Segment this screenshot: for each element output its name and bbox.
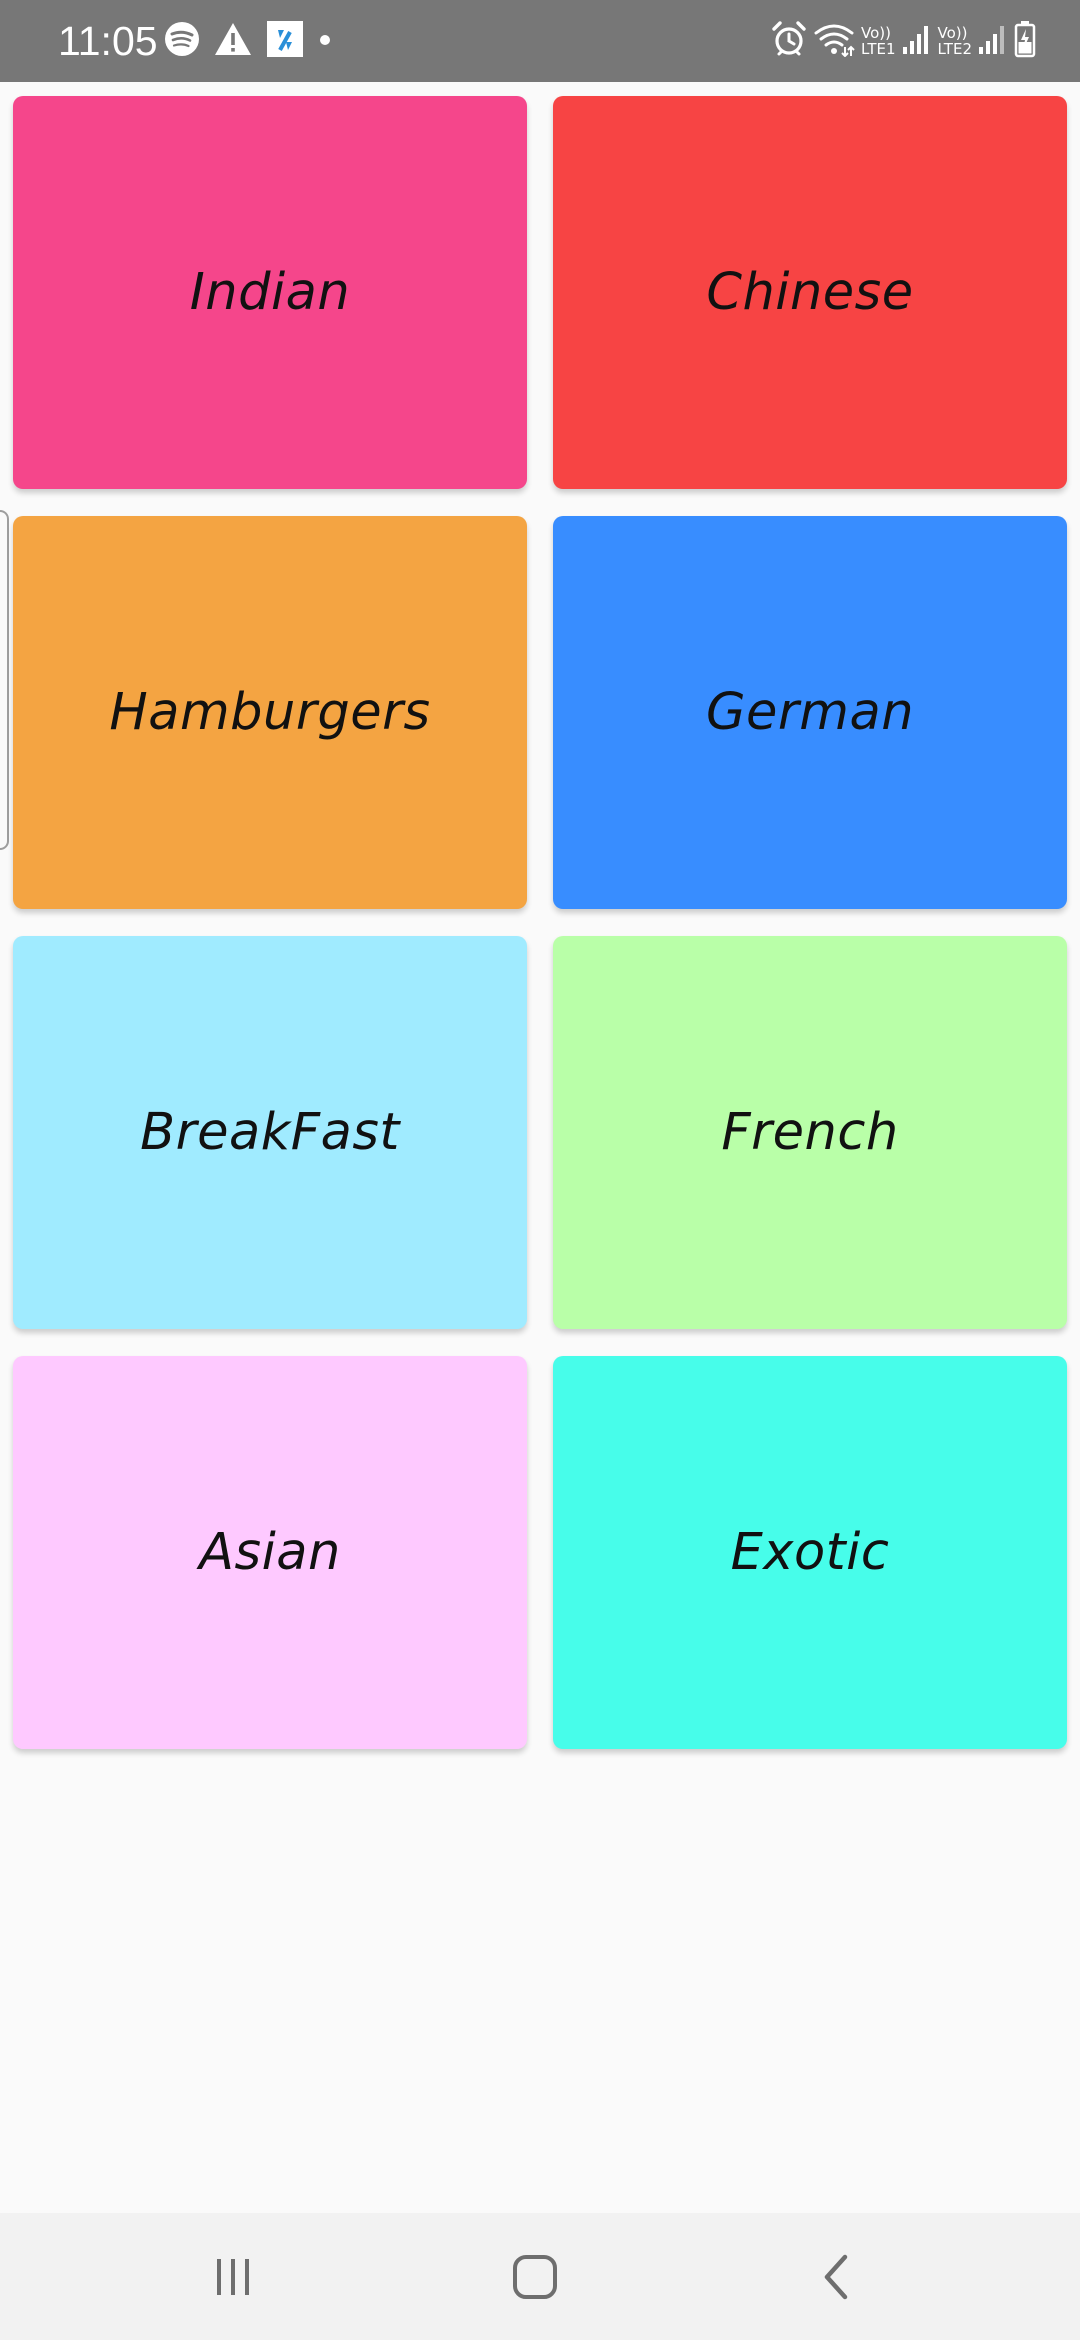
status-time: 11:05 — [58, 18, 158, 64]
wifi-icon — [813, 21, 855, 61]
status-bar: 11:05 Vo)) LTE1 Vo)) LTE2 — [0, 0, 1080, 82]
recent-apps-button[interactable] — [153, 2213, 313, 2340]
battery-charging-icon — [1014, 20, 1036, 62]
home-button[interactable] — [455, 2213, 615, 2340]
category-card-french[interactable]: French — [553, 936, 1067, 1329]
sim2-lte-label: Vo)) LTE2 — [938, 25, 972, 58]
sim1-lte-label: Vo)) LTE1 — [861, 25, 895, 58]
alarm-icon — [771, 20, 807, 62]
category-label: BreakFast — [140, 1103, 400, 1162]
status-left-icons — [164, 20, 346, 62]
category-card-german[interactable]: German — [553, 516, 1067, 909]
sim2-lte-text: LTE2 — [937, 39, 972, 58]
category-label: German — [705, 683, 915, 742]
category-label: French — [721, 1103, 899, 1162]
dot-icon — [318, 32, 332, 51]
category-card-exotic[interactable]: Exotic — [553, 1356, 1067, 1749]
category-label: Exotic — [730, 1523, 890, 1582]
back-icon — [824, 2254, 848, 2299]
category-grid: Indian Chinese Hamburgers German BreakFast Fr… — [13, 96, 1067, 1749]
category-label: Indian — [189, 263, 351, 322]
category-card-breakfast[interactable]: BreakFast — [13, 936, 527, 1329]
status-right-icons: Vo)) LTE1 Vo)) LTE2 — [765, 18, 1036, 64]
navigation-bar — [0, 2213, 1080, 2340]
app-notification-icon — [266, 20, 304, 62]
sim1-lte-text: LTE1 — [861, 39, 896, 58]
edge-panel-handle[interactable] — [0, 510, 9, 850]
category-card-hamburgers[interactable]: Hamburgers — [13, 516, 527, 909]
signal-sim1-icon — [902, 23, 932, 59]
category-label: Asian — [199, 1523, 341, 1582]
category-label: Chinese — [706, 263, 914, 322]
category-card-indian[interactable]: Indian — [13, 96, 527, 489]
recent-apps-icon — [217, 2258, 249, 2295]
category-label: Hamburgers — [109, 683, 431, 742]
back-button[interactable] — [757, 2213, 917, 2340]
signal-sim2-icon — [978, 23, 1008, 59]
category-card-chinese[interactable]: Chinese — [553, 96, 1067, 489]
spotify-icon — [164, 21, 200, 61]
category-card-asian[interactable]: Asian — [13, 1356, 527, 1749]
home-icon — [513, 2254, 557, 2299]
warning-icon — [214, 21, 252, 61]
